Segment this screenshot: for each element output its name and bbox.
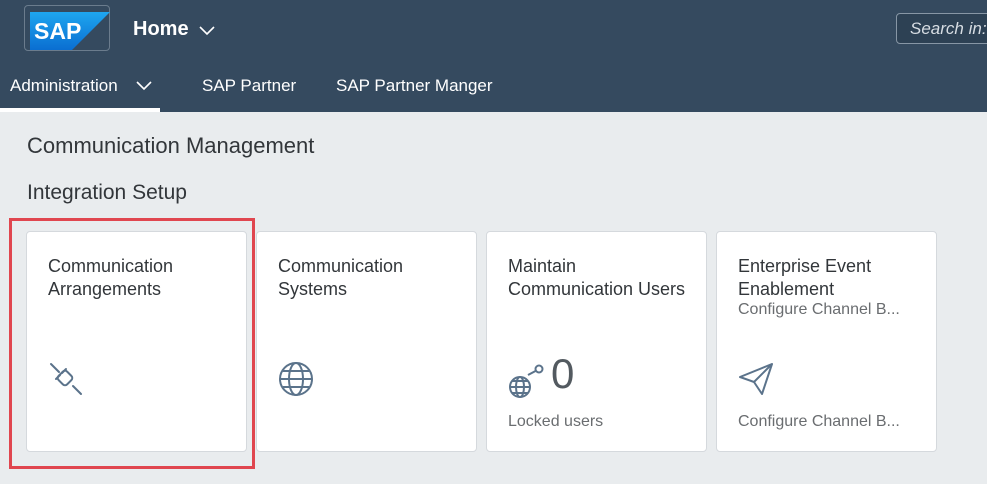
home-menu[interactable]: Home (133, 18, 215, 41)
highlight-box (9, 218, 255, 469)
chevron-down-icon (136, 81, 152, 91)
home-label: Home (133, 18, 189, 40)
globe-key-icon (509, 364, 544, 398)
tile-footer: Configure Channel B... (738, 413, 900, 430)
tile-maintain-communication-users[interactable]: Maintain Communication Users 0 Locked us… (486, 231, 707, 452)
search-input[interactable]: Search in: (896, 13, 987, 44)
tab-administration[interactable]: Administration (0, 76, 160, 112)
locked-users-count: 0 (551, 350, 575, 397)
sap-logo[interactable]: SAP (30, 12, 110, 50)
shell-bar: SAP Home Search in: (0, 0, 987, 60)
active-tab-indicator (0, 108, 160, 112)
section-title: Integration Setup (27, 181, 187, 204)
page-title: Communication Management (27, 133, 315, 158)
tab-sap-partner[interactable]: SAP Partner (202, 76, 296, 96)
tile-enterprise-event-enablement[interactable]: Enterprise Event Enablement Configure Ch… (716, 231, 937, 452)
chevron-down-icon (199, 25, 215, 35)
tile-title: Communication Systems (278, 256, 404, 299)
tile-communication-systems[interactable]: Communication Systems (256, 231, 477, 452)
tile-title: Maintain Communication Users (508, 256, 686, 299)
globe-icon (279, 362, 313, 396)
logo-text: SAP (34, 18, 81, 44)
tab-sap-partner-manger[interactable]: SAP Partner Manger (336, 76, 493, 96)
tab-bar: Administration SAP Partner SAP Partner M… (0, 60, 987, 112)
tile-title: Enterprise Event Enablement (738, 256, 872, 299)
tile-footer: Locked users (508, 413, 604, 430)
tile-subtitle: Configure Channel B... (738, 301, 900, 318)
paper-plane-icon (739, 363, 773, 395)
tab-label: Administration (10, 76, 118, 95)
